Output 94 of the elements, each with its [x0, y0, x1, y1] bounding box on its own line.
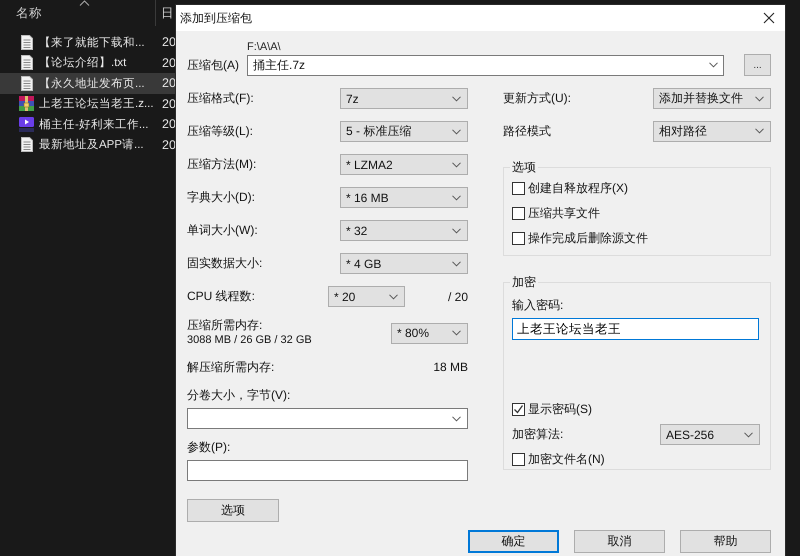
dropdown[interactable]: AES-256: [660, 424, 760, 445]
chevron-down-icon: [452, 228, 461, 234]
chevron-down-icon: [452, 416, 461, 422]
file-name: 最新地址及APP请...: [39, 137, 144, 152]
close-icon[interactable]: [763, 12, 775, 24]
file-row[interactable]: 【永久地址发布页... 20: [0, 73, 176, 94]
checkbox[interactable]: [512, 182, 525, 195]
field-label: 输入密码:: [512, 298, 564, 312]
dropdown[interactable]: * 4 GB: [340, 253, 468, 274]
file-row[interactable]: 最新地址及APP请... 20: [0, 134, 176, 155]
field-label: 更新方式(U):: [503, 90, 571, 107]
field-label: 加密算法:: [512, 426, 564, 443]
checkbox-label: 创建自释放程序(X): [528, 180, 628, 197]
field-label: 压缩所需内存:: [187, 318, 264, 333]
file-row[interactable]: 上老王论坛当老王.z... 20: [0, 94, 176, 114]
field-label: 解压缩所需内存:: [187, 358, 274, 376]
chevron-down-icon: [755, 96, 764, 102]
file-row[interactable]: 桶主任-好利来工作... 20: [0, 114, 176, 134]
chevron-down-icon: [452, 96, 461, 102]
memory-usage: 3088 MB / 26 GB / 32 GB: [187, 333, 312, 348]
input-field[interactable]: [187, 460, 468, 481]
field-label: 分卷大小，字节(V):: [187, 387, 292, 404]
file-name: 【来了就能下载和...: [39, 36, 145, 50]
checkbox[interactable]: [512, 453, 525, 466]
checkbox-label: 压缩共享文件: [528, 205, 600, 222]
field-value: / 20: [448, 290, 468, 304]
chevron-down-icon: [452, 128, 461, 134]
file-name: 【永久地址发布页...: [39, 76, 145, 91]
field-label: 压缩格式(F):: [187, 90, 254, 107]
field-value: 18 MB: [433, 360, 468, 374]
chevron-down-icon: [452, 260, 461, 266]
file-row[interactable]: 【论坛介绍】.txt 20: [0, 52, 176, 73]
group-title: 选项: [511, 159, 537, 176]
checkbox-label: 显示密码(S): [528, 401, 592, 418]
chevron-down-icon: [452, 194, 461, 200]
sort-caret-icon: [79, 0, 90, 6]
file-date: 20: [162, 56, 176, 70]
browse-button[interactable]: ...: [744, 54, 771, 76]
field-label: 固实数据大小:: [187, 255, 262, 272]
window-title: 添加到压缩包: [180, 10, 252, 26]
field-label: 压缩包(A): [187, 56, 240, 74]
file-date: 20: [162, 138, 176, 152]
file-name: 【论坛介绍】.txt: [39, 56, 126, 70]
checkbox-label: 操作完成后删除源文件: [528, 230, 648, 247]
checkbox[interactable]: [512, 232, 525, 245]
dropdown[interactable]: * 20: [328, 286, 405, 307]
chevron-down-icon: [755, 128, 764, 134]
archive-name-field[interactable]: 捅主任.7z: [247, 54, 724, 76]
archive-icon: [19, 96, 34, 112]
chevron-down-icon: [388, 294, 398, 300]
chevron-down-icon: [452, 330, 461, 336]
dialog-button[interactable]: 取消: [574, 530, 665, 553]
dropdown[interactable]: 相对路径: [653, 120, 771, 142]
dropdown[interactable]: 7z: [340, 88, 468, 109]
checkbox[interactable]: [512, 207, 525, 220]
document-icon: [20, 137, 32, 152]
dialog-button[interactable]: 确定: [468, 530, 559, 553]
file-date: 20: [162, 35, 176, 50]
chevron-down-icon: [709, 62, 718, 68]
dropdown[interactable]: 5 - 标准压缩: [340, 121, 468, 142]
document-icon: [20, 34, 32, 50]
field-label: 压缩方法(M):: [187, 156, 256, 173]
file-date: 20: [162, 76, 176, 90]
column-header[interactable]: 名称: [16, 5, 42, 22]
field-label: 字典大小(D):: [187, 189, 255, 206]
dropdown[interactable]: 添加并替换文件: [653, 88, 771, 109]
field-label: 路径模式: [503, 122, 551, 140]
column-header[interactable]: 日: [161, 5, 174, 22]
group-title: 加密: [511, 274, 537, 291]
file-date: 20: [162, 96, 176, 111]
checkbox-label: 加密文件名(N): [528, 451, 605, 468]
file-name: 上老王论坛当老王.z...: [39, 96, 154, 112]
chevron-down-icon: [452, 162, 461, 168]
options-button[interactable]: 选项: [187, 499, 279, 522]
field-label: 压缩等级(L):: [187, 123, 253, 140]
field-label: F:\A\A\: [247, 41, 282, 54]
file-row[interactable]: 【来了就能下载和... 20: [0, 32, 176, 52]
document-icon: [20, 55, 32, 70]
checkbox[interactable]: [512, 403, 525, 416]
field-label: 参数(P):: [187, 439, 232, 456]
dropdown[interactable]: * LZMA2: [340, 154, 468, 175]
dropdown[interactable]: * 16 MB: [340, 187, 468, 208]
field-label: CPU 线程数:: [187, 288, 256, 305]
document-icon: [20, 76, 32, 91]
dropdown[interactable]: * 32: [340, 220, 468, 241]
file-name: 桶主任-好利来工作...: [39, 117, 148, 132]
file-date: 20: [162, 117, 176, 132]
password-field[interactable]: 上老王论坛当老王: [512, 318, 759, 340]
video-file-icon: [19, 116, 34, 132]
field-label: 单词大小(W):: [187, 222, 258, 239]
chevron-down-icon: [744, 432, 753, 438]
dialog-button[interactable]: 帮助: [680, 530, 771, 553]
dropdown[interactable]: * 80%: [391, 322, 468, 344]
dropdown[interactable]: [187, 408, 468, 429]
